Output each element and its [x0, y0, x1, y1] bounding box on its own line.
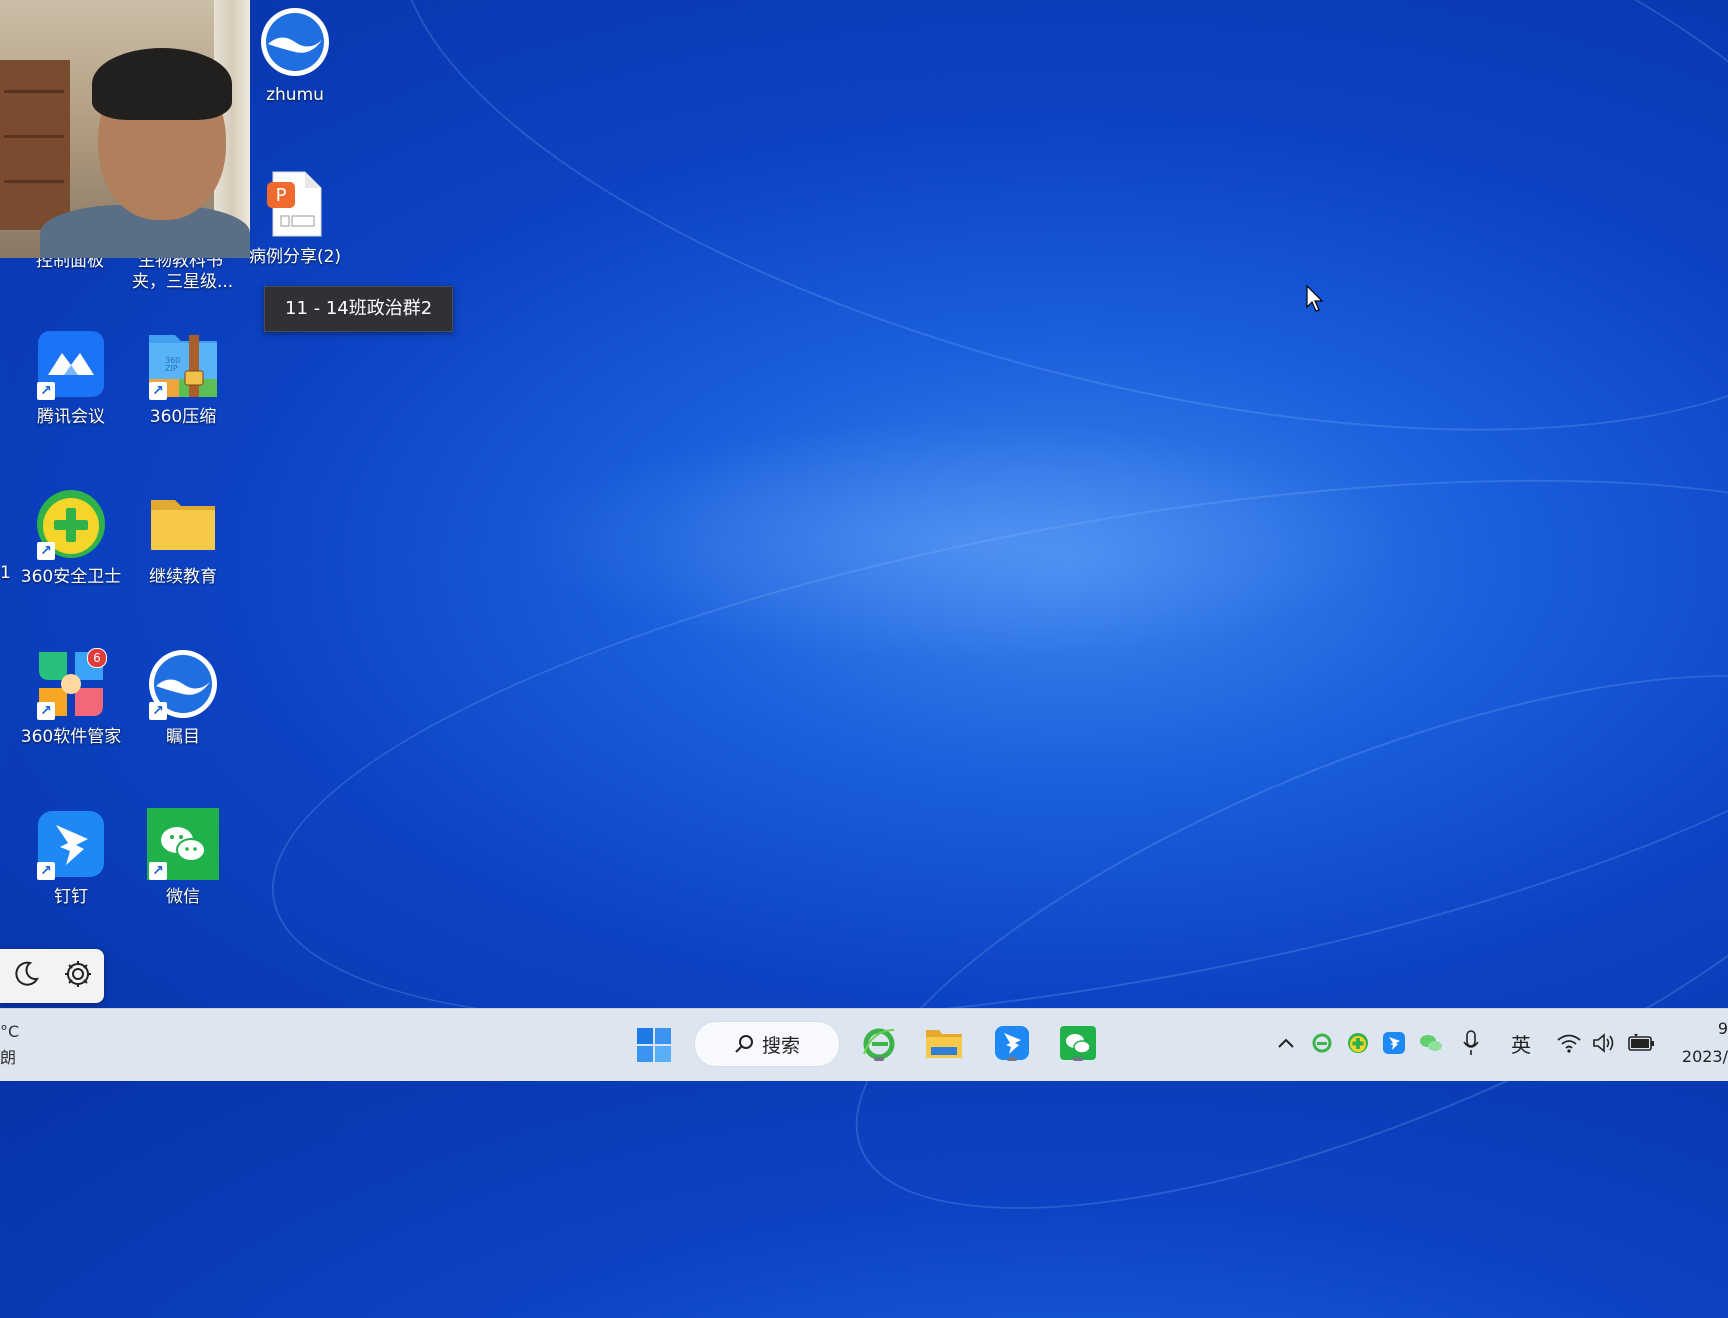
shortcut-arrow-icon: ↗ — [37, 382, 55, 400]
desktop-icon-label: zhumu — [266, 85, 324, 105]
tray-360safe[interactable] — [1346, 1031, 1370, 1055]
wechat-icon — [1060, 1026, 1096, 1060]
dingtalk-icon: ↗ — [35, 808, 107, 880]
shortcut-arrow-icon: ↗ — [149, 702, 167, 720]
taskbar-clock[interactable]: 9 2023/ — [1680, 1015, 1728, 1071]
taskbar-dingtalk[interactable] — [990, 1021, 1034, 1065]
windows-logo-icon — [637, 1028, 671, 1062]
folder-icon — [147, 488, 219, 560]
shortcut-arrow-icon: ↗ — [149, 862, 167, 880]
taskbar: °C 朗 搜索 英 9 2023/ — [0, 1008, 1728, 1081]
software-manager-icon: ↗ 6 — [35, 648, 107, 720]
tray-battery[interactable] — [1628, 1031, 1656, 1055]
running-indicator — [874, 1057, 884, 1061]
desktop-icon-tencent-meeting[interactable]: ↗ 腾讯会议 — [16, 328, 126, 428]
mouse-cursor-icon — [1306, 284, 1324, 317]
dingtalk-icon — [995, 1026, 1029, 1060]
svg-text:P: P — [276, 185, 287, 206]
desktop-icon-label: 病例分享(2) — [248, 247, 342, 267]
svg-text:ZIP: ZIP — [165, 364, 178, 373]
desktop-icon-360softmgr[interactable]: ↗ 6 360软件管家 — [16, 648, 126, 748]
webcam-overlay — [0, 0, 250, 258]
desktop-icon-label: 钉钉 — [54, 887, 88, 907]
zip-archive-icon: 360 ZIP ↗ — [147, 328, 219, 400]
search-icon — [735, 1035, 753, 1053]
running-indicator — [1073, 1057, 1083, 1061]
desktop-icon-dingtalk[interactable]: ↗ 钉钉 — [16, 808, 126, 908]
weather-temp: °C — [0, 1022, 20, 1041]
tray-wifi[interactable] — [1556, 1031, 1582, 1055]
running-indicator — [1007, 1057, 1017, 1061]
tray-ime-indicator[interactable]: 英 — [1506, 1029, 1536, 1057]
tray-overflow-chevron[interactable] — [1276, 1031, 1296, 1055]
desktop-icon-case-share[interactable]: P 病例分享(2) — [240, 168, 350, 268]
shield-plus-icon — [1348, 1033, 1368, 1053]
taskbar-file-explorer[interactable] — [922, 1021, 966, 1065]
shortcut-arrow-icon: ↗ — [37, 862, 55, 880]
microphone-icon — [1463, 1030, 1479, 1055]
wifi-icon — [1557, 1034, 1581, 1053]
taskbar-search[interactable]: 搜索 — [694, 1021, 840, 1067]
webcam-shelf — [0, 60, 70, 230]
desktop-icon-zhumu[interactable]: zhumu — [240, 6, 350, 106]
desktop-icon-label: 微信 — [166, 887, 200, 907]
desktop-icon-zhumu-shortcut[interactable]: ↗ 瞩目 — [128, 648, 238, 748]
shortcut-arrow-icon: ↗ — [37, 542, 55, 560]
weather-widget[interactable]: °C 朗 — [0, 1019, 19, 1071]
desktop-icon-label: 360软件管家 — [20, 727, 122, 747]
tray-volume[interactable] — [1592, 1031, 1616, 1055]
partial-label-edge-digit: 1 — [0, 563, 11, 583]
tray-ie[interactable] — [1310, 1031, 1334, 1055]
taskbar-ie[interactable] — [858, 1021, 900, 1065]
search-label: 搜索 — [761, 1034, 800, 1057]
chevron-up-icon — [1278, 1038, 1294, 1048]
internet-explorer-icon — [1312, 1033, 1332, 1053]
icon-tooltip: 11 - 14班政治群2 — [264, 286, 454, 332]
desktop-icon-label: 瞩目 — [166, 727, 200, 747]
zhumu-icon: ↗ — [147, 648, 219, 720]
floating-widget — [0, 949, 104, 1003]
battery-charging-icon — [1628, 1034, 1654, 1051]
wallpaper-glow — [520, 420, 1400, 660]
tencent-meeting-icon: ↗ — [35, 328, 107, 400]
file-explorer-icon — [926, 1030, 962, 1058]
presentation-file-icon: P — [259, 168, 331, 240]
tray-microphone[interactable] — [1460, 1029, 1482, 1057]
wechat-icon — [1420, 1035, 1442, 1051]
desktop-icon-continuing-edu[interactable]: 继续教育 — [128, 488, 238, 588]
desktop-icon-360zip[interactable]: 360 ZIP ↗ 360压缩 — [128, 328, 238, 428]
weather-condition: 朗 — [0, 1048, 17, 1067]
moon-icon[interactable] — [11, 959, 41, 993]
wallpaper-arc — [334, 0, 1728, 558]
speaker-icon — [1593, 1033, 1614, 1053]
notification-badge: 6 — [87, 648, 107, 668]
taskbar-wechat[interactable] — [1056, 1021, 1100, 1065]
shortcut-arrow-icon: ↗ — [37, 702, 55, 720]
clock-date: 2023/ — [1681, 1047, 1728, 1066]
zhumu-icon — [259, 6, 331, 78]
wechat-icon: ↗ — [147, 808, 219, 880]
desktop-icon-label: 腾讯会议 — [37, 407, 105, 427]
dingtalk-icon — [1383, 1032, 1405, 1054]
desktop-icon-360safe[interactable]: ↗ 360安全卫士 — [16, 488, 126, 588]
tray-wechat[interactable] — [1418, 1031, 1444, 1055]
partial-label-mid: 夹，三星级... — [132, 272, 234, 292]
shield-plus-icon: ↗ — [35, 488, 107, 560]
desktop-icon-label: 360安全卫士 — [20, 567, 122, 587]
desktop-icon-label: 继续教育 — [149, 567, 217, 587]
wallpaper-arc — [792, 566, 1728, 1318]
gear-icon[interactable] — [63, 959, 93, 993]
internet-explorer-icon — [863, 1028, 895, 1060]
clock-time: 9 — [1717, 1019, 1728, 1038]
webcam-person-hair — [92, 48, 232, 120]
desktop-icon-wechat[interactable]: ↗ 微信 — [128, 808, 238, 908]
shortcut-arrow-icon: ↗ — [149, 382, 167, 400]
tray-dingtalk[interactable] — [1382, 1031, 1406, 1055]
start-button[interactable] — [634, 1025, 674, 1065]
desktop-icon-label: 360压缩 — [149, 407, 217, 427]
